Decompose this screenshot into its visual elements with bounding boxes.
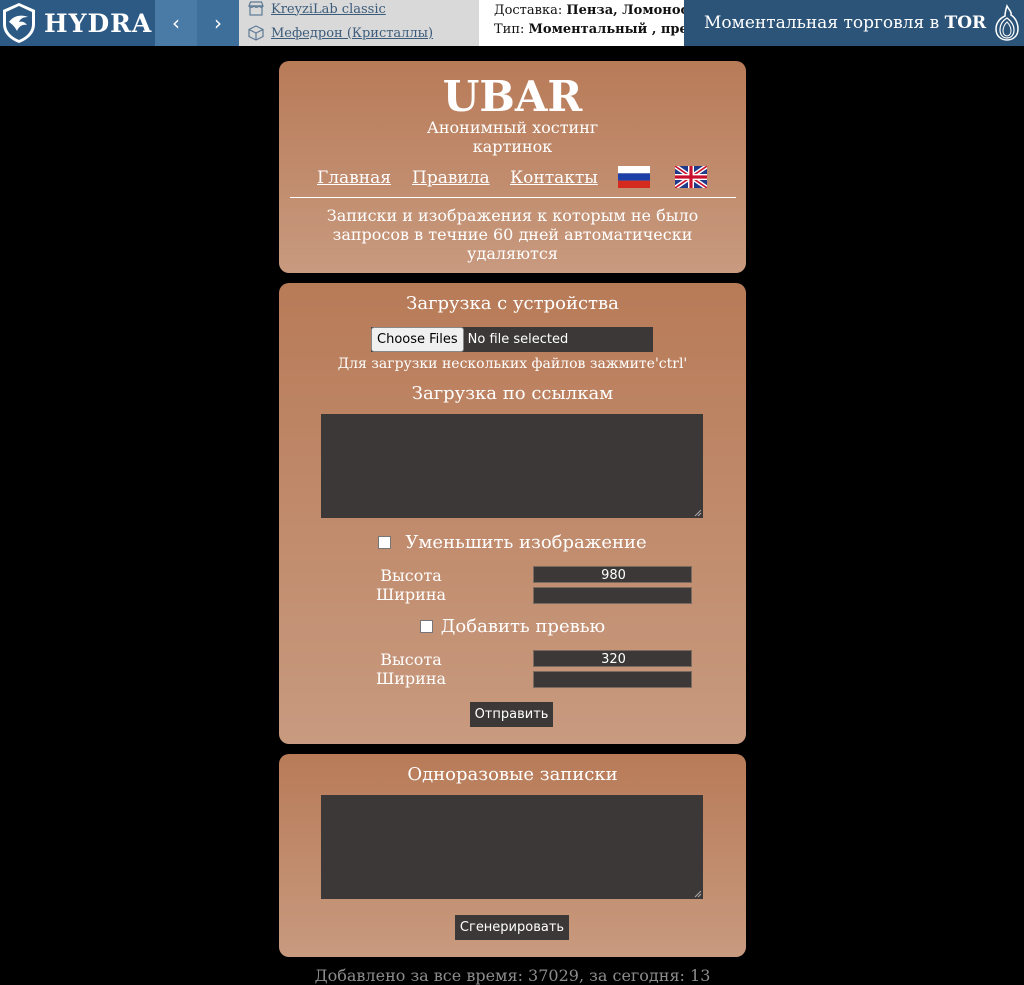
device-upload-heading: Загрузка с устройства bbox=[406, 293, 619, 314]
notes-heading: Одноразовые записки bbox=[407, 764, 618, 785]
banner-tor-slogan[interactable]: Моментальная торговля в TOR bbox=[684, 0, 1024, 46]
store-icon bbox=[248, 1, 264, 16]
banner-prev-button[interactable]: ‹ bbox=[155, 0, 197, 46]
hydra-logo[interactable]: HYDRA bbox=[0, 0, 155, 46]
shrink-height-label: Высота bbox=[380, 566, 442, 585]
resize-grip-icon[interactable] bbox=[694, 890, 702, 898]
hydra-ad-banner[interactable]: HYDRA ‹ › KreyziLab classic Мефедрон (Кр… bbox=[0, 0, 1024, 46]
notes-textarea[interactable] bbox=[321, 795, 703, 899]
tor-slogan-bold: TOR bbox=[944, 13, 987, 33]
one-time-notes-panel: Одноразовые записки Сгенерировать bbox=[279, 754, 746, 957]
add-preview-label: Добавить превью bbox=[440, 616, 606, 637]
notice-line: Записки и изображения к которым не было bbox=[326, 206, 699, 225]
box-icon bbox=[248, 25, 264, 41]
banner-shop-link[interactable]: KreyziLab classic bbox=[247, 0, 386, 18]
preview-height-label: Высота bbox=[380, 650, 442, 669]
resize-grip-icon[interactable] bbox=[694, 509, 702, 517]
delivery-label: Доставка: bbox=[494, 3, 563, 18]
submit-button[interactable]: Отправить bbox=[470, 702, 553, 727]
chevron-right-icon: › bbox=[214, 11, 222, 35]
banner-product-link[interactable]: Мефедрон (Кристаллы) bbox=[247, 24, 433, 42]
shrink-image-row: Уменьшить изображение bbox=[279, 532, 746, 553]
shrink-image-label: Уменьшить изображение bbox=[405, 532, 647, 553]
notice-line: удаляются bbox=[467, 244, 558, 263]
tor-slogan-text: Моментальная торговля в bbox=[704, 13, 940, 33]
banner-shop-name: KreyziLab classic bbox=[271, 1, 386, 17]
add-preview-row: Добавить превью bbox=[279, 616, 746, 637]
upload-panel: Загрузка с устройства Choose Files No fi… bbox=[279, 283, 746, 744]
russian-flag-icon[interactable] bbox=[618, 166, 650, 188]
url-upload-heading: Загрузка по ссылкам bbox=[411, 383, 614, 404]
menu-link-contacts[interactable]: Контакты bbox=[510, 168, 598, 188]
delivery-value: Пенза, Ломоносов bbox=[566, 3, 684, 18]
hydra-shield-icon bbox=[3, 3, 35, 43]
shrink-width-label: Ширина bbox=[375, 585, 447, 604]
generate-button[interactable]: Сгенерировать bbox=[455, 915, 569, 940]
add-preview-checkbox[interactable] bbox=[419, 620, 433, 633]
retention-notice: Записки и изображения к которым не было … bbox=[299, 206, 726, 263]
file-status-text: No file selected bbox=[467, 332, 569, 347]
menu-link-rules[interactable]: Правила bbox=[412, 168, 490, 188]
banner-product-name: Мефедрон (Кристаллы) bbox=[271, 25, 434, 41]
banner-shop-list: KreyziLab classic Мефедрон (Кристаллы) bbox=[239, 0, 479, 46]
banner-delivery-info: Доставка: Пенза, Ломоносов Тип: Моментал… bbox=[479, 0, 684, 46]
file-input[interactable]: Choose Files No file selected bbox=[371, 327, 653, 352]
site-subtitle: Анонимный хостинг картинок bbox=[279, 118, 746, 156]
preview-width-input[interactable] bbox=[533, 671, 692, 688]
hydra-logo-text: HYDRA bbox=[44, 8, 153, 38]
url-textarea[interactable] bbox=[321, 414, 703, 518]
shrink-width-input[interactable] bbox=[533, 587, 692, 604]
subtitle-line: Анонимный хостинг bbox=[426, 118, 599, 137]
main-menu: Главная Правила Контакты bbox=[279, 166, 746, 190]
preview-height-input[interactable]: 320 bbox=[533, 650, 692, 667]
site-header-panel: UBAR Анонимный хостинг картинок Главная … bbox=[279, 61, 746, 273]
site-title: UBAR bbox=[442, 72, 583, 121]
header-divider bbox=[290, 197, 736, 198]
preview-width-label: Ширина bbox=[375, 669, 447, 688]
tor-onion-icon bbox=[995, 4, 1019, 41]
multi-upload-hint: Для загрузки нескольких файлов зажмите'c… bbox=[337, 356, 688, 372]
upload-stats: Добавлено за все время: 37029, за сегодн… bbox=[314, 966, 711, 985]
type-value: Моментальный , предз bbox=[528, 22, 684, 37]
menu-link-home[interactable]: Главная bbox=[317, 168, 391, 188]
shrink-image-checkbox[interactable] bbox=[378, 536, 392, 549]
subtitle-line: картинок bbox=[472, 137, 553, 156]
chevron-left-icon: ‹ bbox=[172, 11, 180, 35]
choose-files-button[interactable]: Choose Files bbox=[371, 327, 464, 352]
banner-next-button[interactable]: › bbox=[197, 0, 239, 46]
shrink-height-input[interactable]: 980 bbox=[533, 566, 692, 583]
type-label: Тип: bbox=[494, 22, 525, 37]
uk-flag-icon[interactable] bbox=[675, 166, 707, 188]
notice-line: запросов в течние 60 дней автоматически bbox=[332, 225, 693, 244]
